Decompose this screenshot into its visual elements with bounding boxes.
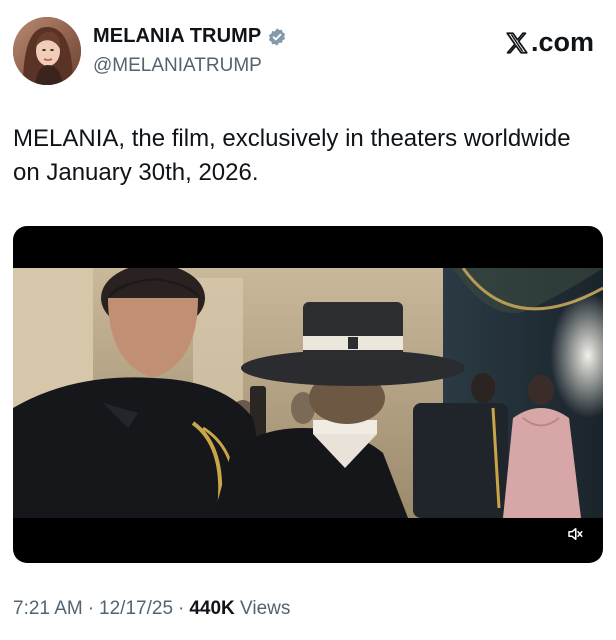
tweet-time[interactable]: 7:21 AM xyxy=(13,598,83,619)
tweet-text: MELANIA, the film, exclusively in theate… xyxy=(13,125,571,186)
display-name[interactable]: MELANIA TRUMP xyxy=(93,25,261,48)
views-count[interactable]: 440K xyxy=(189,598,234,619)
avatar[interactable] xyxy=(13,17,81,85)
author-handle[interactable]: @MELANIATRUMP xyxy=(93,55,262,77)
views-label: Views xyxy=(240,598,291,619)
meta-separator: · xyxy=(87,598,95,619)
avatar-portrait xyxy=(13,17,81,85)
author-name-row[interactable]: MELANIA TRUMP xyxy=(93,25,287,48)
tweet-meta: 7:21 AM · 12/17/25 · 440K Views xyxy=(13,598,290,620)
x-brand-logo: .com xyxy=(504,27,594,58)
video-player[interactable] xyxy=(13,226,603,563)
tweet-date[interactable]: 12/17/25 xyxy=(99,598,173,619)
meta-separator: · xyxy=(178,598,185,619)
video-still xyxy=(13,268,603,518)
tweet-card: MELANIA TRUMP @MELANIATRUMP .com MELANIA… xyxy=(0,0,616,640)
x-logo-icon xyxy=(504,30,530,56)
x-brand-suffix: .com xyxy=(530,27,594,57)
verified-badge-icon xyxy=(267,27,287,47)
video-frame[interactable] xyxy=(13,268,603,518)
speaker-muted-icon[interactable] xyxy=(560,519,590,549)
